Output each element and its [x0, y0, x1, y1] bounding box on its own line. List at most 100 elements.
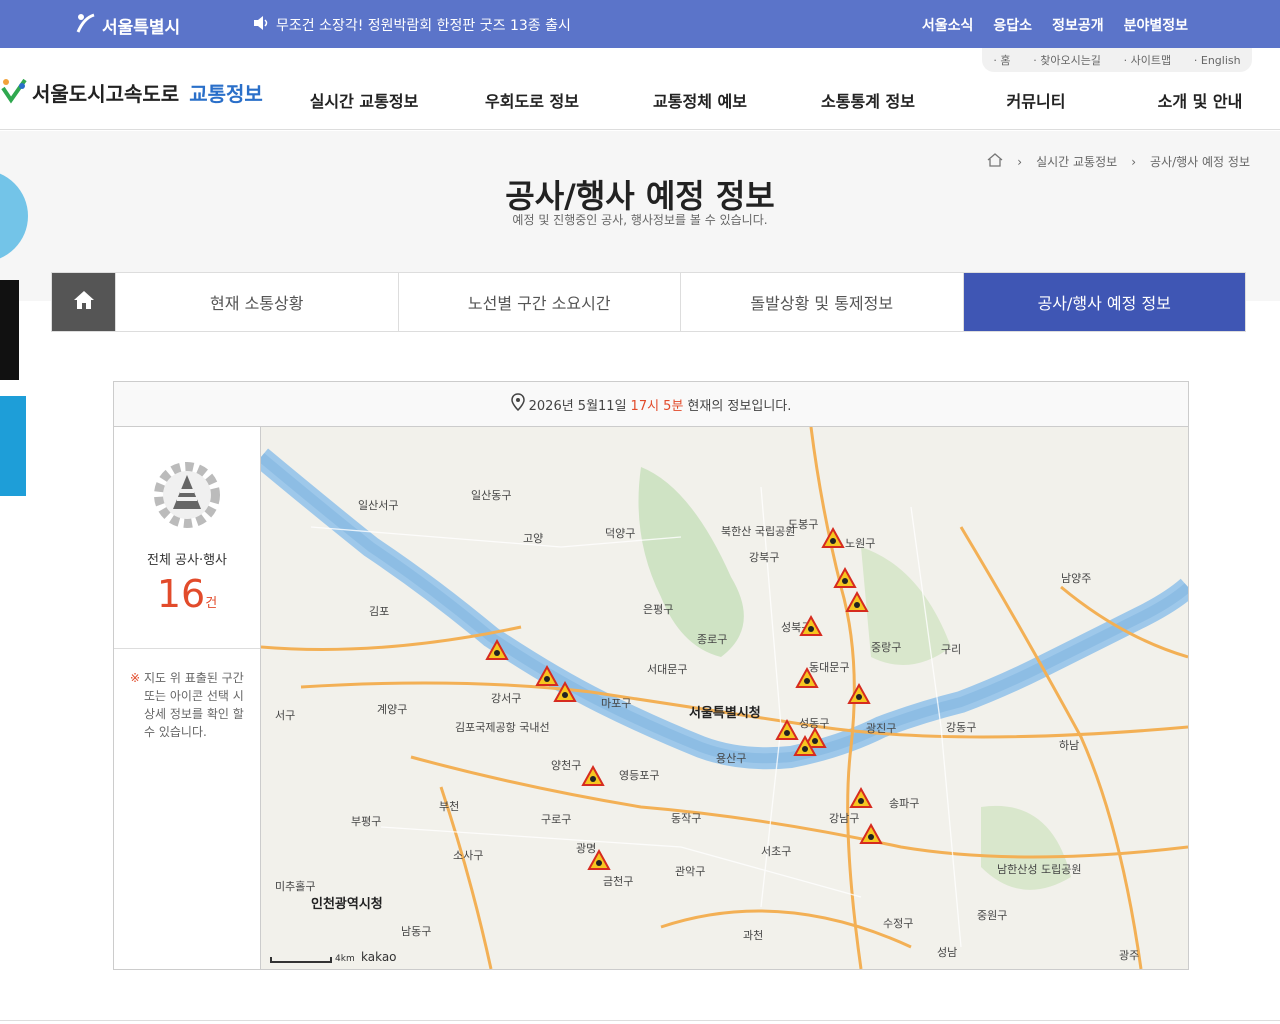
map-label: 중원구 — [977, 909, 1007, 922]
map-label: 소사구 — [453, 849, 483, 862]
map-label: 금천구 — [603, 874, 633, 888]
map-label: 부천 — [439, 799, 459, 813]
tab-current-traffic[interactable]: 현재 소통상황 — [115, 273, 398, 331]
qr-code[interactable] — [0, 280, 19, 380]
sub-tabs: 현재 소통상황 노선별 구간 소요시간 돌발상황 및 통제정보 공사/행사 예정… — [51, 272, 1246, 332]
chevron-right-icon: › — [1131, 154, 1136, 169]
construction-panel: 2026년 5월11일 17시 5분 현재의 정보입니다. 전체 공사·행사 1… — [113, 381, 1189, 970]
map-label: 서초구 — [761, 845, 791, 858]
map-label: 성남 — [937, 946, 957, 959]
map-label: 광진구 — [866, 722, 896, 735]
map-label: 일산서구 — [358, 498, 398, 512]
map-canvas[interactable]: 고양 김포 서울특별시청 인천광역시청 구리 남양주 하남 성남 과천 광명 부… — [261, 427, 1188, 969]
chevron-right-icon: › — [1017, 154, 1023, 169]
floating-car-button[interactable] — [0, 396, 26, 496]
map-label: 서대문구 — [647, 663, 687, 676]
utility-english[interactable]: · English — [1194, 54, 1241, 67]
topnav-response[interactable]: 응답소 — [993, 15, 1032, 35]
map-brand: kakao — [361, 950, 397, 964]
nav-congestion-forecast[interactable]: 교통정체 예보 — [616, 88, 784, 112]
map-label: 강서구 — [491, 692, 521, 705]
notice-text: 무조건 소장각! 정원박람회 한정판 굿즈 13종 출시 — [276, 18, 571, 34]
footer-divider — [0, 1020, 1280, 1021]
nav-detour[interactable]: 우회도로 정보 — [448, 88, 616, 112]
notice-link[interactable]: 무조건 소장각! 정원박람회 한정판 굿즈 13종 출시 — [252, 15, 571, 35]
breadcrumb: › 실시간 교통정보 › 공사/행사 예정 정보 — [987, 153, 1250, 170]
map-label: 강북구 — [749, 551, 779, 564]
map-label: 북한산 국립공원 — [721, 525, 795, 538]
map-label: 영등포구 — [619, 769, 659, 782]
utility-sitemap[interactable]: · 사이트맵 — [1124, 52, 1171, 68]
map-label: 덕양구 — [605, 527, 635, 540]
summary-box: 전체 공사·행사 16건 ※ 지도 위 표출된 구간 또는 아이콘 선택 시 상… — [114, 427, 261, 969]
map-label: 구로구 — [541, 813, 571, 826]
map-label: 강동구 — [946, 721, 976, 734]
map-label: 동작구 — [671, 812, 701, 825]
map-label: 일산동구 — [471, 488, 511, 502]
map-label: 양천구 — [551, 758, 581, 772]
map-label: 김포국제공항 국내선 — [455, 721, 550, 734]
status-time: 17시 5분 — [630, 398, 684, 414]
map-label: 동대문구 — [809, 661, 849, 674]
map-label: 관악구 — [675, 865, 705, 878]
tab-construction-events[interactable]: 공사/행사 예정 정보 — [962, 273, 1245, 331]
site-header: 서울도시고속도로 교통정보 · 홈 · 찾아오시는길 · 사이트맵 · Engl… — [0, 48, 1280, 130]
tab-incident-control[interactable]: 돌발상황 및 통제정보 — [680, 273, 963, 331]
nav-realtime-traffic[interactable]: 실시간 교통정보 — [280, 88, 448, 112]
map-scale-label: 4km — [335, 954, 355, 964]
summary-count: 16건 — [156, 572, 218, 616]
construction-map[interactable]: 고양 김포 서울특별시청 인천광역시청 구리 남양주 하남 성남 과천 광명 부… — [261, 427, 1188, 969]
construction-cone-gear-icon — [149, 462, 225, 537]
map-label: 미추홀구 — [275, 880, 315, 893]
map-label: 수정구 — [883, 917, 913, 930]
site-logo[interactable]: 서울도시고속도로 교통정보 — [0, 76, 263, 109]
logo-mark-icon — [0, 76, 28, 109]
summary-label: 전체 공사·행사 — [146, 553, 228, 568]
tab-home[interactable] — [52, 273, 115, 331]
main-nav: 실시간 교통정보 우회도로 정보 교통정체 예보 소통통계 정보 커뮤니티 소개… — [280, 88, 1280, 112]
map-label: 송파구 — [889, 797, 919, 810]
status-bar: 2026년 5월11일 17시 5분 현재의 정보입니다. — [114, 382, 1188, 427]
map-label: 김포 — [369, 605, 389, 618]
top-nav: 서울소식 응답소 정보공개 분야별정보 — [922, 15, 1188, 35]
breadcrumb-item[interactable]: 실시간 교통정보 — [1036, 153, 1117, 170]
utility-directions[interactable]: · 찾아오시는길 — [1033, 52, 1101, 68]
status-suffix: 현재의 정보입니다. — [687, 398, 792, 414]
top-bar: 서울특별시 무조건 소장각! 정원박람회 한정판 굿즈 13종 출시 서울소식 … — [0, 0, 1280, 48]
map-label: 부평구 — [351, 815, 381, 828]
summary-note: ※ 지도 위 표출된 구간 또는 아이콘 선택 시 상세 정보를 확인 할 수 … — [130, 671, 244, 739]
topnav-field-info[interactable]: 분야별정보 — [1124, 15, 1188, 35]
nav-statistics[interactable]: 소통통계 정보 — [784, 88, 952, 112]
logo-sub-text: 교통정보 — [189, 82, 263, 106]
map-label: 용산구 — [716, 752, 746, 765]
map-label: 과천 — [743, 928, 763, 942]
home-icon[interactable] — [987, 153, 1003, 170]
topnav-disclosure[interactable]: 정보공개 — [1052, 15, 1104, 35]
utility-home[interactable]: · 홈 — [993, 52, 1010, 68]
map-label: 은평구 — [643, 603, 673, 616]
map-label: 강남구 — [829, 812, 859, 825]
map-label: 고양 — [523, 532, 543, 545]
map-label: 구리 — [941, 643, 961, 656]
map-label: 서구 — [275, 709, 295, 722]
map-label: 성동구 — [799, 717, 829, 730]
logo-main-text: 서울도시고속도로 — [32, 82, 180, 106]
status-date: 2026년 5월11일 — [528, 398, 627, 414]
nav-about[interactable]: 소개 및 안내 — [1120, 88, 1280, 112]
nav-community[interactable]: 커뮤니티 — [952, 88, 1120, 112]
tab-route-travel-time[interactable]: 노선별 구간 소요시간 — [397, 273, 681, 331]
map-label: 남동구 — [401, 925, 431, 938]
map-label: 인천광역시청 — [311, 896, 383, 912]
seoul-city-link[interactable]: 서울특별시 — [74, 12, 180, 39]
topnav-news[interactable]: 서울소식 — [922, 15, 974, 35]
map-label: 남한산성 도립공원 — [997, 863, 1081, 876]
map-label: 도봉구 — [788, 518, 818, 531]
map-label: 하남 — [1059, 738, 1079, 752]
map-label: 중랑구 — [871, 641, 901, 654]
seoul-label: 서울특별시 — [102, 18, 181, 38]
map-label: 광주 — [1119, 949, 1139, 962]
map-label: 서울특별시청 — [689, 705, 761, 721]
map-label: 마포구 — [601, 697, 631, 710]
utility-nav: · 홈 · 찾아오시는길 · 사이트맵 · English — [982, 48, 1252, 72]
location-pin-icon — [510, 393, 525, 415]
